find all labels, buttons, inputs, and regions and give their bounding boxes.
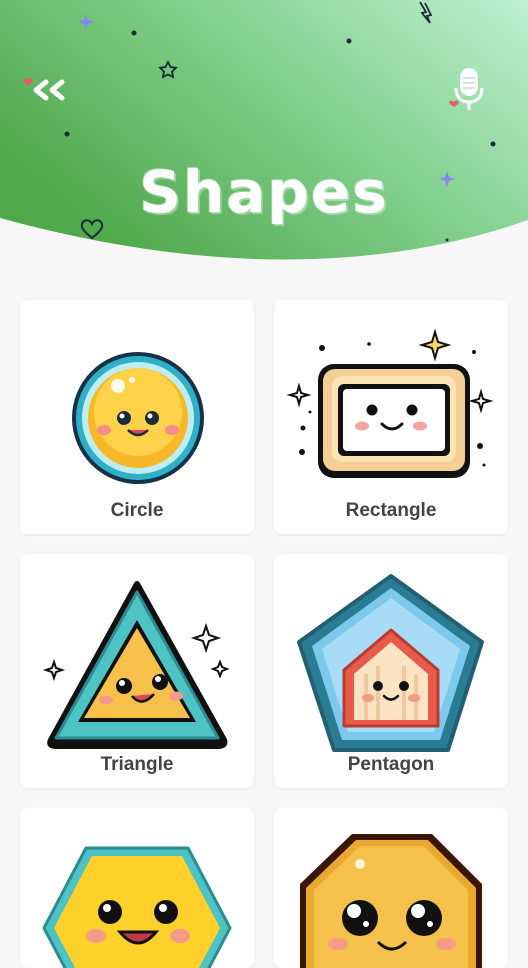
- shape-card-circle[interactable]: Circle: [20, 300, 254, 534]
- pentagon-house-icon: [297, 574, 484, 752]
- shape-card-rectangle[interactable]: Rectangle: [274, 300, 508, 534]
- shape-label: Pentagon: [347, 754, 435, 775]
- circle-face-icon: [72, 352, 204, 484]
- shape-card-octagon[interactable]: [274, 808, 508, 968]
- shape-card-triangle[interactable]: Triangle: [20, 554, 254, 788]
- microphone-icon: [449, 68, 484, 110]
- octagon-face-icon: [300, 834, 482, 968]
- header: Shapes: [0, 0, 528, 262]
- shape-card-hexagon[interactable]: [20, 808, 254, 968]
- page-title: Shapes: [139, 158, 389, 226]
- triangle-face-icon: [42, 581, 230, 749]
- hexagon-face-icon: [42, 846, 232, 968]
- back-button[interactable]: [22, 70, 70, 110]
- rectangle-face-icon: [286, 328, 494, 478]
- shape-label: Triangle: [100, 754, 174, 775]
- microphone-button[interactable]: [448, 64, 492, 114]
- shape-label: Circle: [110, 500, 164, 521]
- shape-label: Rectangle: [345, 500, 437, 521]
- shape-card-pentagon[interactable]: Pentagon: [274, 554, 508, 788]
- double-chevron-left-icon: [22, 78, 65, 101]
